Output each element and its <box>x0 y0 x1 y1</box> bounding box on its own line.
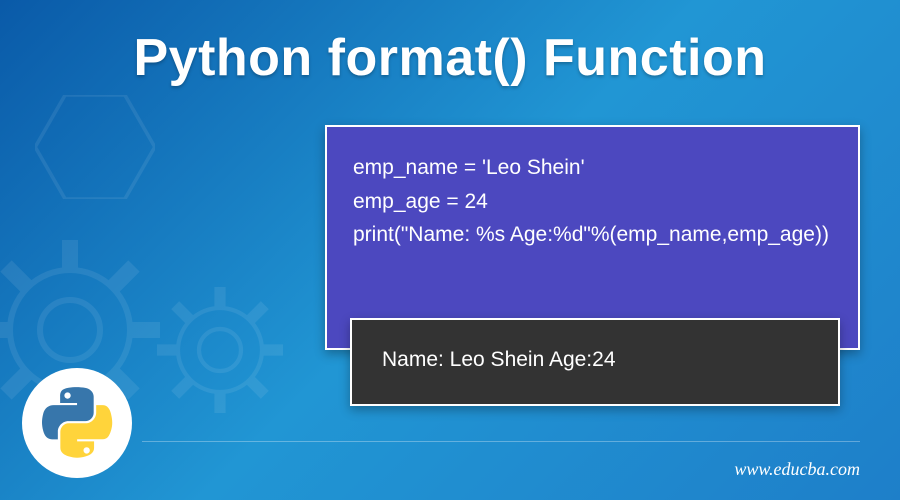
gear-decoration-small <box>150 280 290 420</box>
footer-divider <box>142 441 860 442</box>
hexagon-decoration <box>35 95 155 199</box>
output-text: Name: Leo Shein Age:24 <box>382 348 808 372</box>
code-line-1: emp_name = 'Leo Shein' <box>353 151 832 185</box>
page-title: Python format() Function <box>0 0 900 88</box>
code-line-3: print("Name: %s Age:%d"%(emp_name,emp_ag… <box>353 218 832 252</box>
code-line-2: emp_age = 24 <box>353 185 832 219</box>
output-block: Name: Leo Shein Age:24 <box>350 318 840 406</box>
website-url: www.educba.com <box>734 459 860 480</box>
python-logo-icon <box>22 368 132 478</box>
code-block: emp_name = 'Leo Shein' emp_age = 24 prin… <box>325 125 860 350</box>
